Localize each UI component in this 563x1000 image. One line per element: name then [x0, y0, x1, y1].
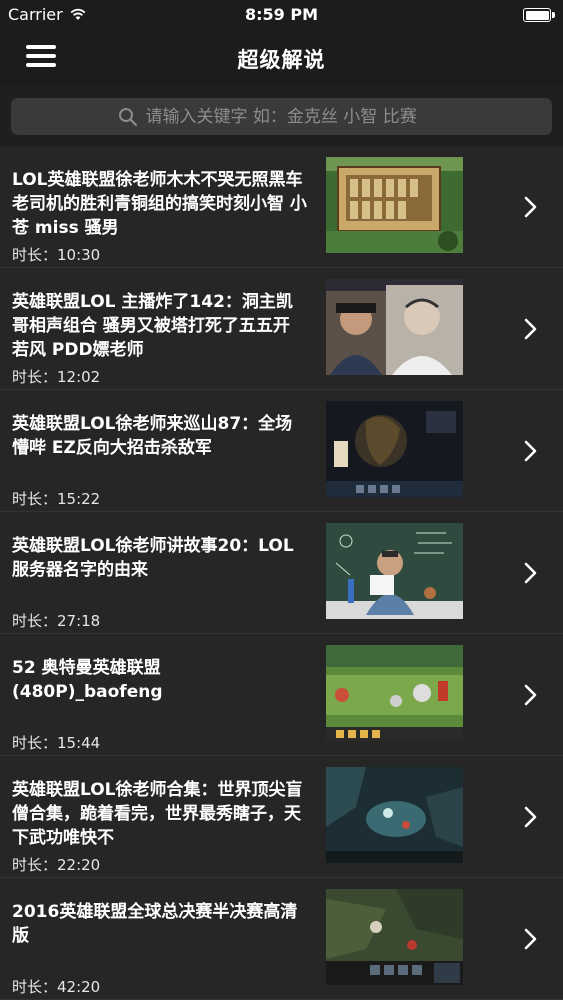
- video-duration: 时长：15:44: [12, 734, 101, 752]
- video-title: 52 奥特曼英雄联盟(480P)_baofeng: [12, 658, 163, 702]
- search-bar: [0, 86, 563, 146]
- video-thumbnail: [326, 889, 463, 985]
- video-duration: 时长：27:18: [12, 612, 101, 630]
- search-field[interactable]: [11, 98, 552, 135]
- video-thumbnail: [326, 523, 463, 619]
- chevron-right-icon: [524, 806, 537, 828]
- video-duration: 时长：42:20: [12, 978, 101, 996]
- video-thumbnail: [326, 401, 463, 497]
- chevron-right-icon: [524, 684, 537, 706]
- chevron-right-icon: [524, 440, 537, 462]
- search-input[interactable]: [145, 106, 446, 127]
- video-thumbnail: [326, 645, 463, 741]
- video-row[interactable]: 英雄联盟LOL 主播炸了142：洞主凯哥相声组合 骚男又被塔打死了五五开 若风 …: [0, 268, 563, 390]
- video-duration: 时长：22:20: [12, 856, 101, 874]
- video-title: LOL英雄联盟徐老师木木不哭无照黑车老司机的胜利青铜组的搞笑时刻小智 小苍 mi…: [12, 170, 307, 238]
- chevron-right-icon: [524, 196, 537, 218]
- video-row[interactable]: 2016英雄联盟全球总决赛半决赛高清版 时长：42:20: [0, 878, 563, 1000]
- video-row[interactable]: 英雄联盟LOL徐老师合集：世界顶尖盲僧合集，跪着看完，世界最秀瞎子，天下武功唯快…: [0, 756, 563, 878]
- status-bar: Carrier 8:59 PM: [0, 0, 563, 30]
- navigation-bar: 超级解说: [0, 30, 563, 86]
- clock: 8:59 PM: [244, 5, 318, 24]
- battery-icon: [523, 8, 555, 22]
- page-title: 超级解说: [237, 48, 326, 72]
- chevron-right-icon: [524, 318, 537, 340]
- search-icon: [118, 107, 137, 126]
- video-thumbnail: [326, 157, 463, 253]
- video-title: 2016英雄联盟全球总决赛半决赛高清版: [12, 902, 298, 946]
- video-row[interactable]: 英雄联盟LOL徐老师来巡山87：全场懵哔 EZ反向大招击杀敌军 时长：15:22: [0, 390, 563, 512]
- video-title: 英雄联盟LOL徐老师讲故事20：LOL服务器名字的由来: [12, 536, 294, 580]
- chevron-right-icon: [524, 562, 537, 584]
- video-thumbnail: [326, 279, 463, 375]
- video-row[interactable]: 52 奥特曼英雄联盟(480P)_baofeng 时长：15:44: [0, 634, 563, 756]
- video-row[interactable]: LOL英雄联盟徐老师木木不哭无照黑车老司机的胜利青铜组的搞笑时刻小智 小苍 mi…: [0, 146, 563, 268]
- video-duration: 时长：10:30: [12, 246, 101, 264]
- video-row[interactable]: 英雄联盟LOL徐老师讲故事20：LOL服务器名字的由来 时长：27:18: [0, 512, 563, 634]
- video-title: 英雄联盟LOL徐老师合集：世界顶尖盲僧合集，跪着看完，世界最秀瞎子，天下武功唯快…: [12, 780, 303, 848]
- chevron-right-icon: [524, 928, 537, 950]
- video-title: 英雄联盟LOL 主播炸了142：洞主凯哥相声组合 骚男又被塔打死了五五开 若风 …: [12, 292, 293, 360]
- video-duration: 时长：12:02: [12, 368, 101, 386]
- video-title: 英雄联盟LOL徐老师来巡山87：全场懵哔 EZ反向大招击杀敌军: [12, 414, 293, 458]
- video-thumbnail: [326, 767, 463, 863]
- video-list: LOL英雄联盟徐老师木木不哭无照黑车老司机的胜利青铜组的搞笑时刻小智 小苍 mi…: [0, 146, 563, 1000]
- video-duration: 时长：15:22: [12, 490, 101, 508]
